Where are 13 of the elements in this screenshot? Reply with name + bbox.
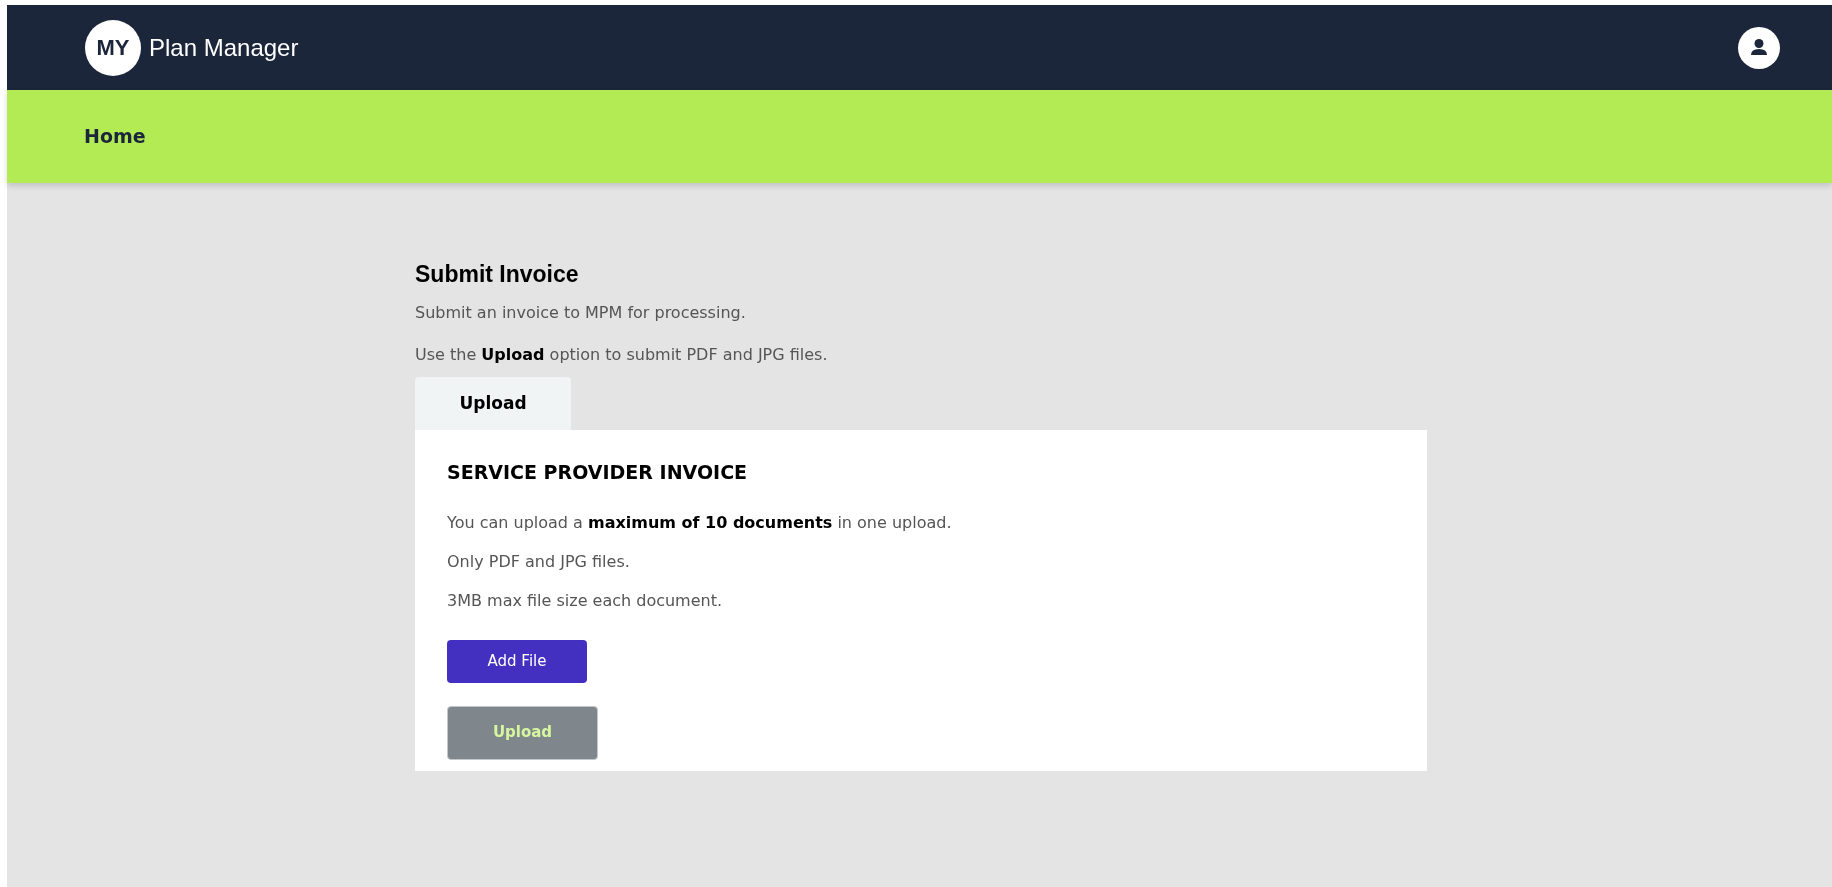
info-text: 3MB max file size each document.: [447, 589, 724, 612]
logo-mark[interactable]: MY: [85, 19, 141, 76]
brand-name: Plan Manager: [149, 32, 299, 63]
info-text: Only PDF and JPG files.: [447, 550, 631, 573]
user-avatar-icon[interactable]: [1738, 26, 1780, 69]
tab[interactable]: Upload: [415, 377, 571, 430]
nav-link[interactable]: Home: [84, 122, 146, 151]
intro-text: Use the Upload option to submit PDF and JPG files.: [415, 344, 829, 366]
page-title: Submit Invoice: [415, 260, 580, 289]
info-text: You can upload a maximum of 10 documents in one upload.: [447, 511, 953, 534]
action-button[interactable]: Add File: [447, 639, 587, 683]
card-title: SERVICE PROVIDER INVOICE: [447, 460, 749, 485]
intro-text: Submit an invoice to MPM for processing.: [415, 302, 747, 324]
